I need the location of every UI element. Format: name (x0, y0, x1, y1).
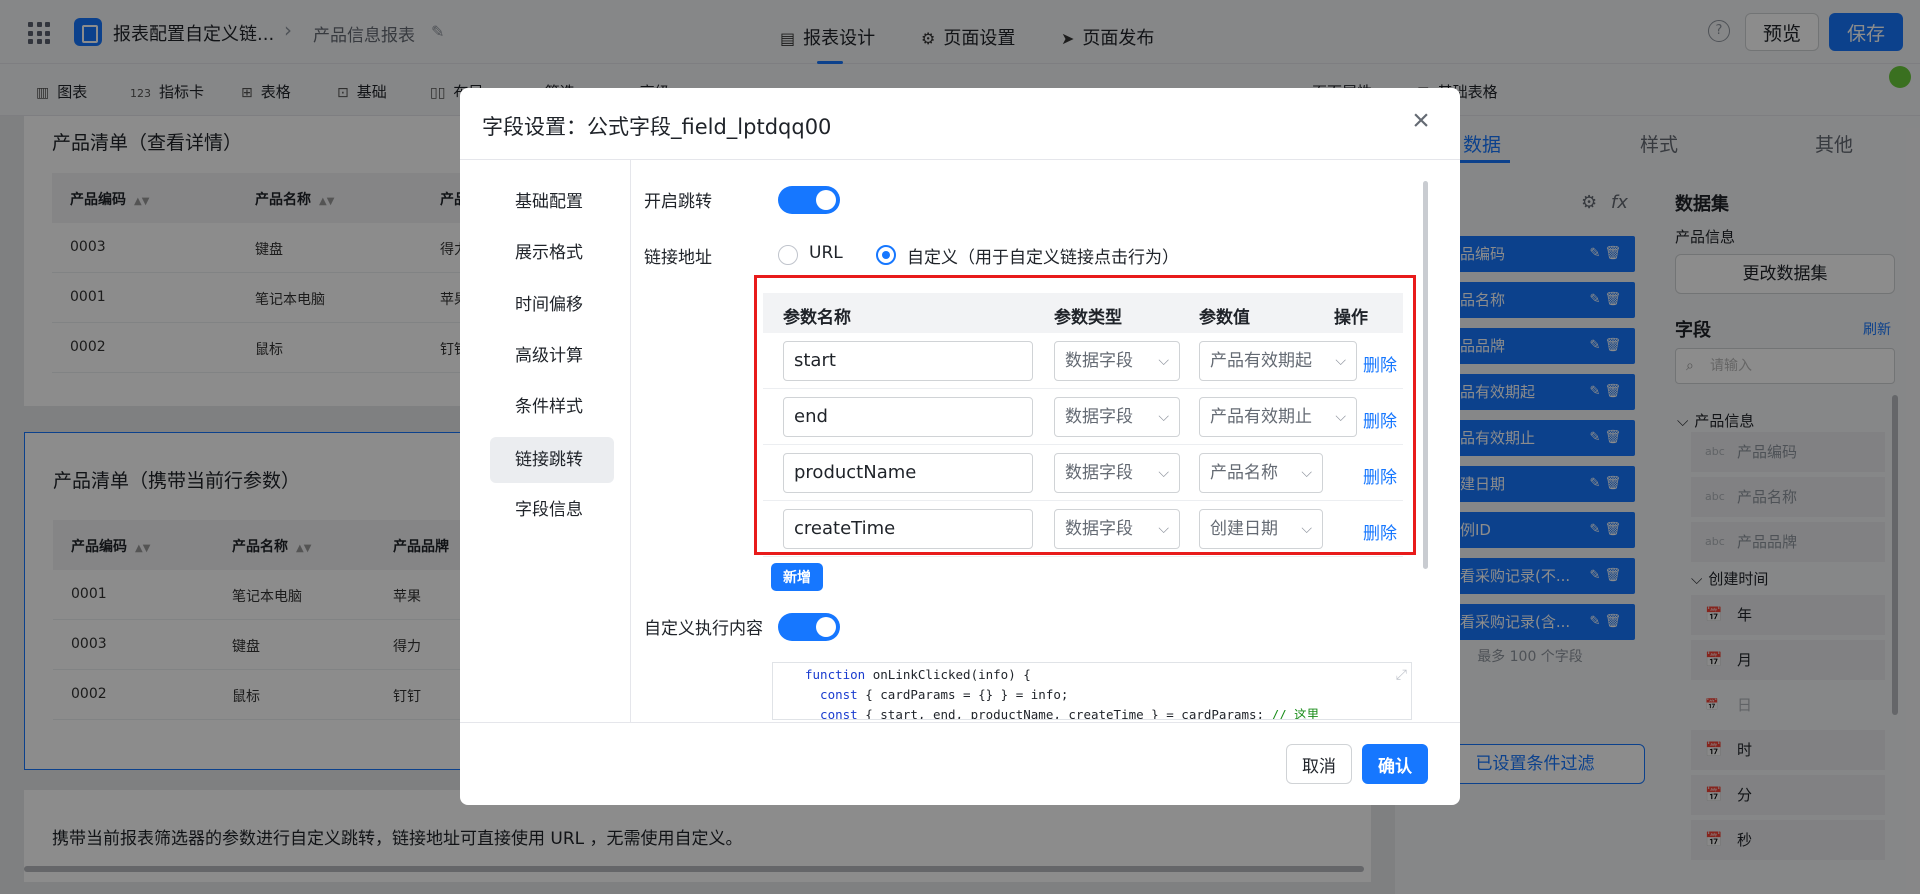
nav-conditional-style[interactable]: 条件样式 (490, 384, 614, 430)
enable-jump-label: 开启跳转 (644, 192, 712, 212)
divider (630, 160, 631, 722)
highlight-annotation-box (754, 275, 1416, 555)
nav-link-jump[interactable]: 链接跳转 (490, 437, 614, 483)
radio-url-label[interactable]: URL (809, 243, 843, 263)
confirm-button[interactable]: 确认 (1362, 744, 1428, 784)
radio-custom[interactable] (876, 245, 896, 265)
divider (460, 722, 1460, 723)
nav-field-info[interactable]: 字段信息 (490, 487, 614, 533)
custom-exec-label: 自定义执行内容 (644, 619, 763, 639)
dialog-scrollbar[interactable] (1423, 181, 1428, 569)
dialog-title: 字段设置：公式字段_field_lptdqq00 (482, 115, 832, 139)
radio-custom-label[interactable]: 自定义（用于自定义链接点击行为） (907, 243, 1179, 268)
add-param-button[interactable]: 新增 (771, 563, 823, 591)
code-text: { start, end, productName, createTime } … (857, 707, 1272, 720)
nav-display-format[interactable]: 展示格式 (490, 230, 614, 276)
radio-url[interactable] (778, 245, 798, 265)
code-editor[interactable]: ⤢ function onLinkClicked(info) { const { … (772, 662, 1412, 720)
custom-exec-toggle[interactable] (778, 613, 840, 641)
field-settings-dialog: 字段设置：公式字段_field_lptdqq00 × 基础配置 展示格式 时间偏… (460, 88, 1460, 805)
divider (460, 159, 1460, 160)
code-comment: // 这里 (1271, 707, 1320, 720)
link-address-label: 链接地址 (644, 248, 712, 268)
code-text: { cardParams = {} } = info; (857, 687, 1069, 702)
code-keyword: const (805, 707, 858, 720)
cancel-button[interactable]: 取消 (1286, 744, 1352, 784)
nav-time-offset[interactable]: 时间偏移 (490, 282, 614, 328)
code-keyword: function (805, 667, 866, 682)
code-text: onLinkClicked(info) { (865, 667, 1031, 682)
code-keyword: const (805, 687, 858, 702)
enable-jump-toggle[interactable] (778, 186, 840, 214)
nav-advanced-calc[interactable]: 高级计算 (490, 333, 614, 379)
nav-basic-config[interactable]: 基础配置 (490, 179, 614, 225)
expand-icon[interactable]: ⤢ (1396, 665, 1407, 685)
close-icon[interactable]: × (1406, 106, 1436, 136)
